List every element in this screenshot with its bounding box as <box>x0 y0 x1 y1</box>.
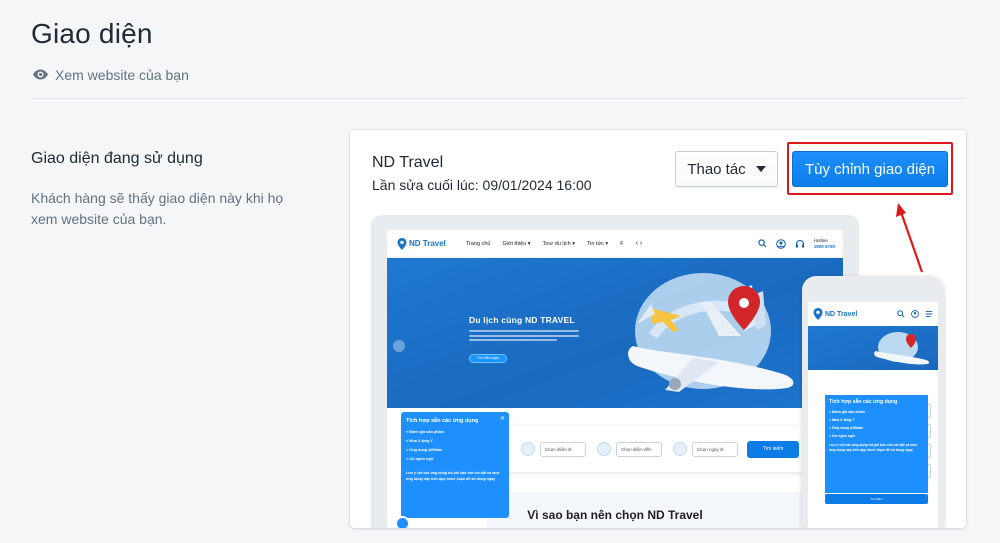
theme-last-edited: Lần sửa cuối lúc: 09/01/2024 16:00 <box>372 177 592 193</box>
theme-name: ND Travel <box>372 154 444 171</box>
popup-note: Lưu ý với các ứng dụng trả phí bạn cần c… <box>829 443 918 452</box>
mobile-logo: ND Travel <box>813 308 857 320</box>
caret-down-icon <box>755 166 766 172</box>
popup-item: » Mua X tặng Y <box>829 418 855 422</box>
preview-hero-text <box>469 330 579 345</box>
preview-apps-popup: ✕ Tích hợp sẵn các ứng dụng » Đánh giá s… <box>401 412 509 518</box>
popup-item: » Đánh giá sản phẩm <box>829 410 865 414</box>
desktop-preview-frame: ND Travel Trang chủ Giới thiệu ▾ Tour du… <box>371 215 859 528</box>
highlight-frame <box>787 142 953 195</box>
mobile-apps-popup: Tích hợp sẵn các ứng dụng » Đánh giá sản… <box>825 395 928 493</box>
headset-icon <box>795 239 804 247</box>
view-website-link[interactable]: Xem website của bạn <box>32 66 189 83</box>
popup-item: » Ứng dụng Affiliate <box>406 448 443 452</box>
preview-logo-text: ND Travel <box>409 239 446 248</box>
map-pin-logo-icon <box>397 237 407 250</box>
actions-label: Thao tác <box>687 160 746 178</box>
search-icon <box>758 239 767 248</box>
mobile-search-button: Tìm kiếm <box>825 494 928 504</box>
preview-nav-item: Tour du lịch ▾ <box>542 240 575 247</box>
preview-search-button: Tìm kiếm <box>747 440 799 458</box>
popup-title: Tích hợp sẵn các ứng dụng <box>829 399 898 405</box>
preview-hero-title: Du lịch cùng ND TRAVEL <box>469 315 575 325</box>
preview-to-field: Chọn điểm đến <box>616 441 662 457</box>
preview-nav-item: F <box>620 240 624 247</box>
desktop-preview-screen: ND Travel Trang chủ Giới thiệu ▾ Tour du… <box>387 230 843 528</box>
user-icon <box>911 310 919 318</box>
departure-icon <box>521 442 535 456</box>
section-description: Khách hàng sẽ thấy giao diện này khi họ … <box>31 190 284 227</box>
mobile-preview-frame: ND Travel Tích hợp sẵn các ứng dụng » Đá… <box>802 276 944 528</box>
search-icon <box>897 310 905 318</box>
header-divider <box>31 98 965 99</box>
preview-nav-arrows: ‹ › <box>635 240 643 247</box>
mobile-logo-text: ND Travel <box>825 310 858 318</box>
eye-icon <box>33 69 48 80</box>
user-icon <box>775 238 786 249</box>
preview-nav-item: Tin tức ▾ <box>586 240 609 247</box>
popup-item: » Đánh giá sản phẩm <box>406 430 444 434</box>
preview-date-field: Chọn ngày đi <box>692 441 738 457</box>
mobile-hero-banner <box>808 326 938 370</box>
hotline-number: 1900 6750 <box>813 243 835 249</box>
popup-note: Lưu ý với các ứng dụng trả phí bạn cần c… <box>406 471 500 481</box>
preview-hero-banner: Du lịch cùng ND TRAVEL Tìm hiểu ngay <box>387 258 843 408</box>
preview-nav-item: Giới thiệu ▾ <box>502 240 531 247</box>
mobile-preview-screen: ND Travel Tích hợp sẵn các ứng dụng » Đá… <box>808 302 938 528</box>
popup-item: » Ưu ngôn ngữ <box>829 434 855 438</box>
preview-search-box: Chọn điểm đi Chọn điểm đến Chọn ngày đi … <box>487 426 813 472</box>
location-icon <box>597 442 611 456</box>
actions-dropdown-button[interactable]: Thao tác <box>675 151 778 187</box>
airplane-illustration <box>628 273 794 392</box>
popup-item: » Ưu ngôn ngữ <box>406 457 434 461</box>
preview-logo: ND Travel <box>397 237 446 250</box>
view-website-label: Xem website của bạn <box>55 66 189 83</box>
popup-title: Tích hợp sẵn các ứng dụng <box>406 418 479 424</box>
mobile-navbar: ND Travel <box>808 302 938 326</box>
airplane-illustration <box>874 332 930 365</box>
popup-item: » Mua X tặng Y <box>406 439 433 443</box>
section-title: Giao diện đang sử dụng <box>31 150 203 167</box>
preview-hero-button: Tìm hiểu ngay <box>469 354 507 363</box>
preview-nav-item: Trang chủ <box>465 240 491 247</box>
close-icon: ✕ <box>499 416 505 422</box>
calendar-icon <box>673 442 687 456</box>
menu-icon <box>925 311 933 317</box>
slider-prev-icon <box>393 340 405 352</box>
chat-bubble-icon <box>395 516 410 528</box>
preview-navbar: ND Travel Trang chủ Giới thiệu ▾ Tour du… <box>387 230 843 258</box>
map-pin-logo-icon <box>813 308 823 320</box>
preview-from-field: Chọn điểm đi <box>540 441 586 457</box>
popup-item: » Ứng dụng Affiliate <box>829 426 864 430</box>
page-title: Giao diện <box>31 18 153 49</box>
